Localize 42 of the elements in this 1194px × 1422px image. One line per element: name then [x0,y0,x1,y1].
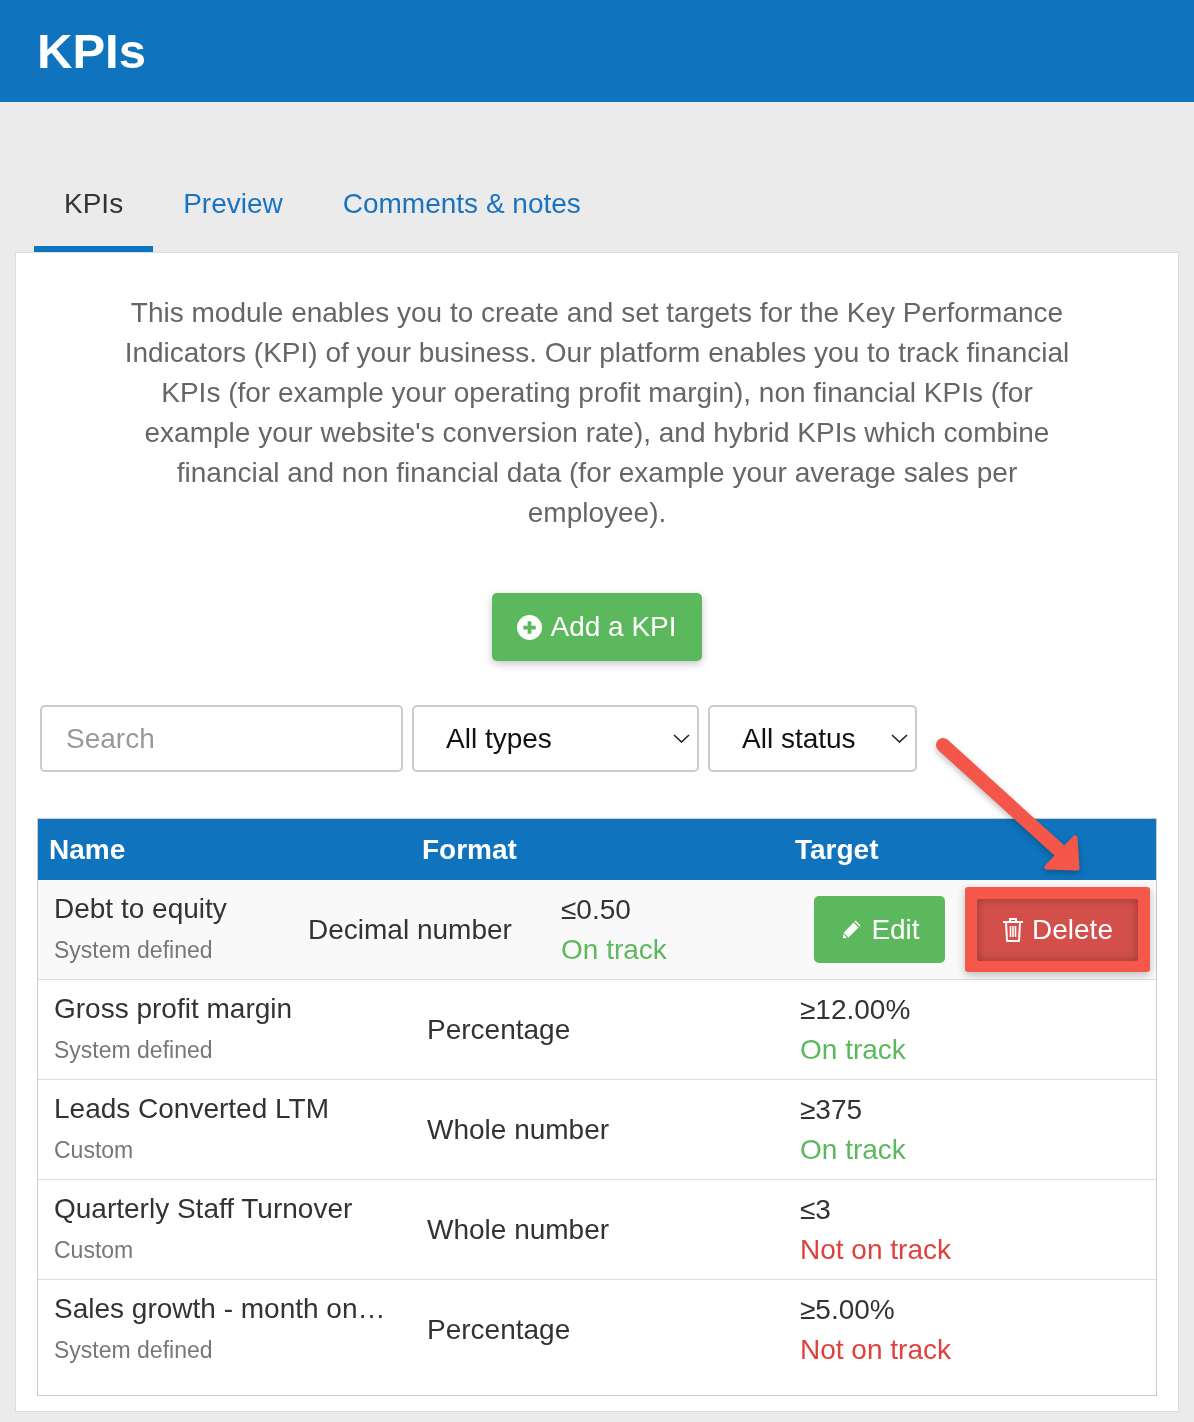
kpi-format: Whole number [427,1212,610,1247]
tab[interactable]: Comments & notes [312,160,611,252]
kpi-format: Decimal number [308,912,512,947]
kpi-status: Not on track [800,1232,951,1267]
kpi-name: Quarterly Staff Turnover [54,1191,353,1226]
column-header: Target [795,832,879,867]
kpi-status: Not on track [800,1333,951,1367]
filter-dropdown[interactable]: All types [412,705,699,772]
description-text: This module enables you to create and set targets for the Key Performance Indicators (KPI) of your business. Our platform enables you to track financial KPIs (for example your operating profit margin), non financial KPIs (for example your website's conversion rate), and hybrid KPIs which combine financial and non financial data (for example your average sales per employee). [123,296,1071,530]
kpi-target: ≥375 [800,1092,863,1127]
kpi-target: ≤0.50 [561,892,631,927]
plus-circle-icon [517,614,543,640]
chevron-down-icon [673,734,690,743]
column-header: Format [422,832,517,867]
kpi-source: System defined [54,1336,213,1365]
tab[interactable]: Preview [153,160,313,252]
kpi-target: ≥12.00% [800,992,911,1027]
chevron-down-icon [891,734,908,743]
column-header: Name [49,832,126,867]
kpi-name: Gross profit margin [54,991,293,1026]
kpi-format: Percentage [427,1313,571,1347]
kpi-source: Custom [54,1235,134,1265]
page-title: KPIs [37,26,146,76]
kpi-status: On track [800,1032,906,1067]
kpi-status: On track [561,932,667,967]
delete-button[interactable]: Delete [977,899,1138,961]
add-kpi-button[interactable]: Add a KPI [492,593,702,661]
kpi-format: Whole number [427,1112,610,1147]
kpi-source: System defined [54,935,213,965]
kpi-format: Percentage [427,1012,571,1047]
kpi-source: System defined [54,1035,213,1065]
edit-button[interactable]: Edit [814,896,945,963]
kpi-name: Sales growth - month on… [54,1292,386,1326]
kpi-target: ≤3 [800,1192,831,1227]
kpi-name: Leads Converted LTM [54,1091,329,1126]
kpi-source: Custom [54,1135,134,1165]
filter-dropdown[interactable]: All status [708,705,917,772]
trash-icon [1002,917,1025,943]
kpi-target: ≥5.00% [800,1293,895,1327]
kpi-name: Debt to equity [54,891,227,926]
kpi-status: On track [800,1132,906,1167]
search-field[interactable]: Search [40,705,403,772]
